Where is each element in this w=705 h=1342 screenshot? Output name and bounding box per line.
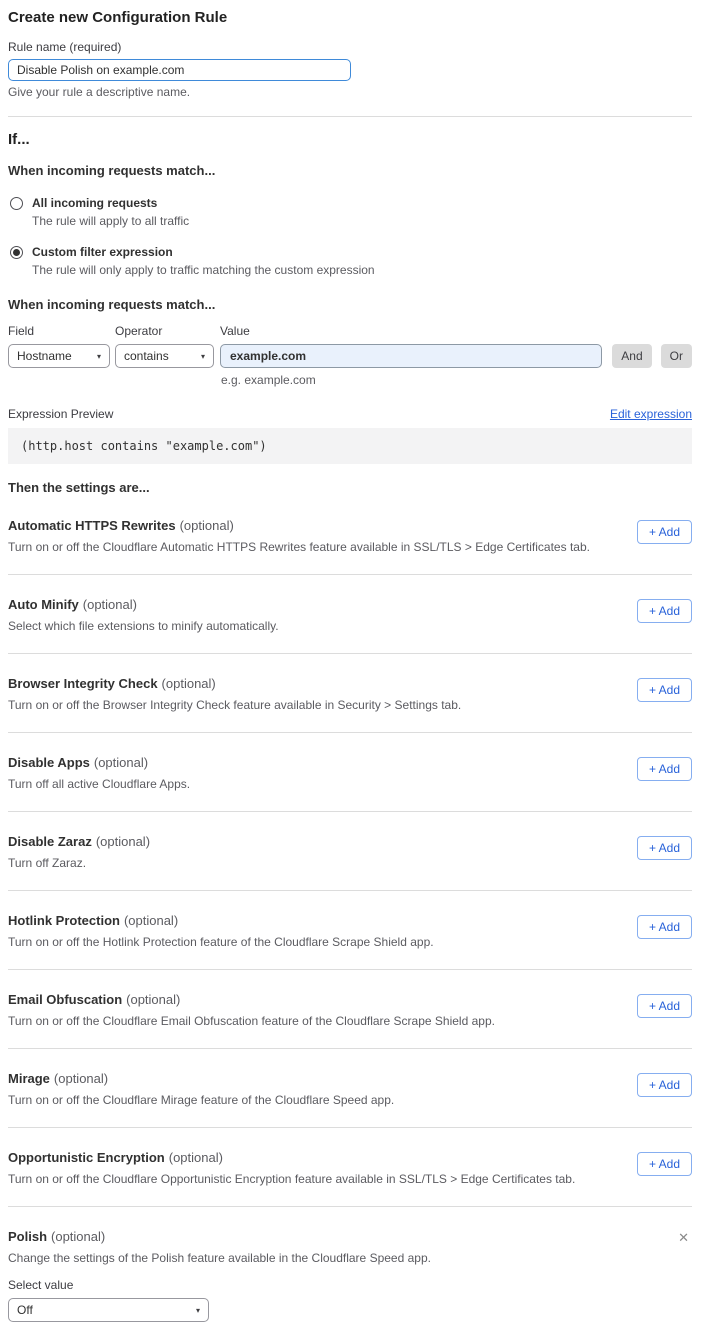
setting-row-email-obfuscation: Email Obfuscation (optional) Turn on or o… bbox=[8, 970, 692, 1049]
edit-expression-link[interactable]: Edit expression bbox=[610, 407, 692, 421]
add-disable-zaraz-button[interactable]: + Add bbox=[637, 836, 692, 860]
setting-name: Opportunistic Encryption bbox=[8, 1150, 165, 1165]
setting-description: Turn on or off the Browser Integrity Che… bbox=[8, 698, 461, 712]
setting-name: Auto Minify bbox=[8, 597, 79, 612]
radio-label: All incoming requests bbox=[32, 196, 189, 210]
optional-label: (optional) bbox=[83, 597, 137, 612]
setting-name: Disable Apps bbox=[8, 755, 90, 770]
add-opportunistic-encryption-button[interactable]: + Add bbox=[637, 1152, 692, 1176]
optional-label: (optional) bbox=[94, 755, 148, 770]
setting-name: Automatic HTTPS Rewrites bbox=[8, 518, 176, 533]
setting-description: Turn off Zaraz. bbox=[8, 856, 150, 870]
chevron-down-icon: ▾ bbox=[201, 352, 205, 361]
setting-row-disable-zaraz: Disable Zaraz(optional) Turn off Zaraz. … bbox=[8, 812, 692, 891]
setting-row-mirage: Mirage (optional) Turn on or off the Clou… bbox=[8, 1049, 692, 1128]
page-title: Create new Configuration Rule bbox=[8, 9, 692, 27]
setting-name: Email Obfuscation bbox=[8, 992, 122, 1007]
add-mirage-button[interactable]: + Add bbox=[637, 1073, 692, 1097]
setting-name: Mirage bbox=[8, 1071, 50, 1086]
setting-description: Select which file extensions to minify a… bbox=[8, 619, 279, 633]
field-select[interactable]: Hostname ▾ bbox=[8, 344, 110, 368]
operator-select-value: contains bbox=[124, 349, 169, 363]
polish-select-label: Select value bbox=[8, 1278, 431, 1292]
value-input[interactable] bbox=[220, 344, 602, 368]
expression-builder-row: Field Hostname ▾ Operator contains ▾ Val… bbox=[8, 324, 692, 368]
section-divider bbox=[8, 116, 692, 117]
expression-builder-heading: When incoming requests match... bbox=[8, 297, 692, 313]
setting-description: Turn on or off the Cloudflare Opportunis… bbox=[8, 1172, 575, 1186]
setting-description: Turn on or off the Hotlink Protection fe… bbox=[8, 935, 434, 949]
field-select-value: Hostname bbox=[17, 349, 72, 363]
expression-preview-code: (http.host contains "example.com") bbox=[8, 428, 692, 464]
add-automatic-https-rewrites-button[interactable]: + Add bbox=[637, 520, 692, 544]
create-configuration-rule-form: Create new Configuration Rule Rule name … bbox=[0, 0, 705, 1342]
setting-row-disable-apps: Disable Apps (optional) Turn off all acti… bbox=[8, 733, 692, 812]
or-button[interactable]: Or bbox=[661, 344, 692, 368]
setting-name: Disable Zaraz bbox=[8, 834, 92, 849]
polish-select-value: Off bbox=[17, 1303, 33, 1317]
value-label: Value bbox=[220, 324, 602, 338]
radio-button-icon[interactable] bbox=[10, 246, 23, 259]
add-hotlink-protection-button[interactable]: + Add bbox=[637, 915, 692, 939]
and-button[interactable]: And bbox=[612, 344, 651, 368]
radio-option-all-incoming-requests[interactable]: All incoming requests The rule will appl… bbox=[8, 196, 692, 228]
chevron-down-icon: ▾ bbox=[97, 352, 101, 361]
optional-label: (optional) bbox=[126, 992, 180, 1007]
setting-description: Turn on or off the Cloudflare Mirage fea… bbox=[8, 1093, 394, 1107]
setting-row-hotlink-protection: Hotlink Protection (optional) Turn on or … bbox=[8, 891, 692, 970]
setting-row-opportunistic-encryption: Opportunistic Encryption (optional) Turn … bbox=[8, 1128, 692, 1207]
radio-option-custom-filter-expression[interactable]: Custom filter expression The rule will o… bbox=[8, 245, 692, 277]
optional-label: (optional) bbox=[169, 1150, 223, 1165]
radio-description: The rule will apply to all traffic bbox=[32, 214, 189, 228]
optional-label: (optional) bbox=[124, 913, 178, 928]
close-icon[interactable]: ✕ bbox=[678, 1231, 689, 1245]
operator-select[interactable]: contains ▾ bbox=[115, 344, 214, 368]
optional-label: (optional) bbox=[96, 834, 150, 849]
setting-row-browser-integrity-check: Browser Integrity Check (optional) Turn o… bbox=[8, 654, 692, 733]
radio-description: The rule will only apply to traffic matc… bbox=[32, 263, 375, 277]
setting-name: Hotlink Protection bbox=[8, 913, 120, 928]
radio-label: Custom filter expression bbox=[32, 245, 375, 259]
rule-name-label: Rule name (required) bbox=[8, 40, 692, 54]
optional-label: (optional) bbox=[180, 518, 234, 533]
value-helper: e.g. example.com bbox=[221, 373, 692, 387]
expression-preview-label: Expression Preview bbox=[8, 407, 113, 421]
optional-label: (optional) bbox=[54, 1071, 108, 1086]
rule-name-helper: Give your rule a descriptive name. bbox=[8, 85, 692, 99]
setting-name: Browser Integrity Check bbox=[8, 676, 158, 691]
incoming-match-heading: When incoming requests match... bbox=[8, 163, 692, 179]
setting-row-automatic-https-rewrites: Automatic HTTPS Rewrites (optional) Turn … bbox=[8, 496, 692, 575]
setting-description: Turn on or off the Cloudflare Email Obfu… bbox=[8, 1014, 495, 1028]
optional-label: (optional) bbox=[162, 676, 216, 691]
then-settings-heading: Then the settings are... bbox=[8, 480, 692, 496]
add-browser-integrity-check-button[interactable]: + Add bbox=[637, 678, 692, 702]
setting-name: Polish bbox=[8, 1229, 47, 1244]
field-label: Field bbox=[8, 324, 110, 338]
setting-row-auto-minify: Auto Minify (optional) Select which file … bbox=[8, 575, 692, 654]
rule-name-input[interactable] bbox=[8, 59, 351, 81]
polish-value-select[interactable]: Off ▾ bbox=[8, 1298, 209, 1322]
setting-description: Turn on or off the Cloudflare Automatic … bbox=[8, 540, 590, 554]
setting-row-polish: Polish (optional) Change the settings of … bbox=[8, 1207, 692, 1342]
setting-description: Turn off all active Cloudflare Apps. bbox=[8, 777, 190, 791]
if-heading: If... bbox=[8, 131, 692, 149]
setting-description: Change the settings of the Polish featur… bbox=[8, 1251, 431, 1265]
operator-label: Operator bbox=[115, 324, 214, 338]
radio-button-icon[interactable] bbox=[10, 197, 23, 210]
add-email-obfuscation-button[interactable]: + Add bbox=[637, 994, 692, 1018]
add-disable-apps-button[interactable]: + Add bbox=[637, 757, 692, 781]
optional-label: (optional) bbox=[51, 1229, 105, 1244]
add-auto-minify-button[interactable]: + Add bbox=[637, 599, 692, 623]
chevron-down-icon: ▾ bbox=[196, 1306, 200, 1315]
